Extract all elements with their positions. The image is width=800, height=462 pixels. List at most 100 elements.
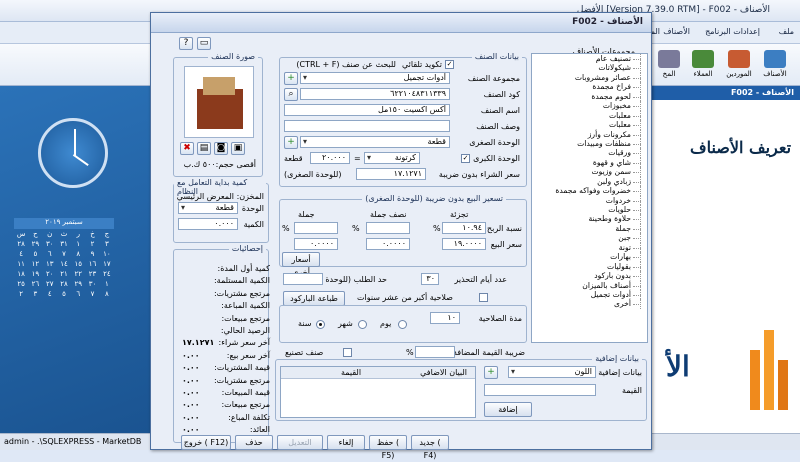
calendar-day[interactable]: ٢٨ xyxy=(14,240,28,248)
extra-data-select[interactable]: اللون xyxy=(508,366,596,378)
calendar-day[interactable]: ١٢ xyxy=(28,260,42,268)
group-tree-item[interactable]: جملة xyxy=(532,223,647,234)
group-tree-item[interactable]: شيكولاتات xyxy=(532,63,647,74)
opening-unit-select[interactable]: قطعة xyxy=(178,202,238,214)
calendar-day[interactable]: ٢٩ xyxy=(28,240,42,248)
group-tree-item[interactable]: جبن xyxy=(532,233,647,244)
calendar-day[interactable]: ٧ xyxy=(85,290,99,298)
vat-input[interactable] xyxy=(415,346,455,358)
auto-code-checkbox[interactable]: ✓ xyxy=(445,60,454,69)
calendar-day[interactable]: ١٥ xyxy=(71,260,85,268)
opening-qty-input[interactable]: ٠.٠٠٠ xyxy=(178,218,238,230)
add-extra-icon[interactable]: + xyxy=(484,366,498,379)
calendar-day[interactable]: ٣ xyxy=(100,240,114,248)
calendar-day[interactable]: ٦ xyxy=(43,250,57,258)
calendar-day[interactable]: ٨ xyxy=(71,250,85,258)
print-barcode-button[interactable]: طباعة الباركود xyxy=(283,291,345,306)
calendar-day[interactable]: ١٤ xyxy=(57,260,71,268)
reorder-input[interactable] xyxy=(283,273,323,285)
group-tree-item[interactable]: بقوليات xyxy=(532,261,647,272)
calendar-day[interactable]: ٢٣ xyxy=(85,270,99,278)
group-tree-item[interactable]: خضروات وفواكه مجمدة xyxy=(532,186,647,197)
group-tree-item[interactable]: عصائر ومشروبات xyxy=(532,72,647,83)
code-input[interactable]: ٦٢٢١٠٤٨٣١١٣٣٩ xyxy=(300,88,450,100)
group-tree-item[interactable]: معلبات xyxy=(532,110,647,121)
validity-period-input[interactable]: ١٠ xyxy=(430,312,460,324)
group-tree-item[interactable]: حلاوة وطحينة xyxy=(532,214,647,225)
group-tree-item[interactable]: سمن وزيوت xyxy=(532,167,647,178)
other-prices-button[interactable]: أسعار أخرى xyxy=(282,252,320,277)
menu-settings[interactable]: إعدادات البرنامج xyxy=(705,27,760,36)
calendar-day[interactable]: ٢٤ xyxy=(100,270,114,278)
group-tree-item[interactable]: لحوم مجمدة xyxy=(532,91,647,102)
calendar-day[interactable]: ٢ xyxy=(85,240,99,248)
calendar-day[interactable]: ١٩ xyxy=(28,270,42,278)
group-tree-item[interactable]: مكرونات وأرز xyxy=(532,129,647,140)
calendar-day[interactable]: ١ xyxy=(71,240,85,248)
menu-items[interactable]: الأصناف xyxy=(663,27,690,36)
menu-file[interactable]: ملف xyxy=(779,27,794,36)
group-tree-item[interactable]: فراخ مجمدة xyxy=(532,82,647,93)
edit-button[interactable]: التعديل xyxy=(277,435,323,450)
ribbon-items-button[interactable]: الأصناف xyxy=(758,50,792,78)
unit-month-radio[interactable] xyxy=(358,320,367,329)
calendar-day[interactable]: ١ xyxy=(100,280,114,288)
exit-button[interactable]: خروج ( F12) xyxy=(181,435,231,450)
delete-button[interactable]: حذف xyxy=(235,435,273,450)
calendar-day[interactable]: ٣٠ xyxy=(85,280,99,288)
group-tree-item[interactable]: تونة xyxy=(532,242,647,253)
calendar-day[interactable]: ٢٨ xyxy=(57,280,71,288)
whole-sell-input[interactable]: ٠.٠٠٠٠ xyxy=(294,238,338,250)
calendar-day[interactable]: ١٠ xyxy=(100,250,114,258)
group-tree-item[interactable]: أخرى xyxy=(532,299,647,310)
group-tree-item[interactable]: زبادي ولبن xyxy=(532,176,647,187)
ribbon-suppliers-button[interactable]: الموردين xyxy=(722,50,756,78)
group-tree-item[interactable]: بدون باركود xyxy=(532,271,647,281)
calendar-day[interactable]: ٢٢ xyxy=(71,270,85,278)
group-tree-item[interactable]: خردوات xyxy=(532,195,647,206)
calendar-day[interactable]: ٢٥ xyxy=(14,280,28,288)
calendar-day[interactable]: ١٨ xyxy=(14,270,28,278)
group-tree-item[interactable]: منظفات ومبيدات xyxy=(532,138,647,149)
calendar-day[interactable]: ٢٩ xyxy=(71,280,85,288)
calendar-day[interactable]: ٤ xyxy=(43,290,57,298)
new-button[interactable]: جديد ( F4) xyxy=(411,435,449,460)
add-group-icon[interactable]: + xyxy=(284,72,298,85)
calendar-day[interactable]: ٨ xyxy=(100,290,114,298)
group-tree-item[interactable]: أدوات تجميل xyxy=(532,289,647,300)
ribbon-stores-button[interactable]: المخ xyxy=(652,50,686,78)
barcode-search-icon[interactable]: ⌕ xyxy=(284,88,298,101)
long-validity-checkbox[interactable] xyxy=(479,293,488,302)
group-tree-item[interactable]: شاي و قهوة xyxy=(532,157,647,168)
calendar-day[interactable]: ٧ xyxy=(57,250,71,258)
half-sell-input[interactable]: ٠.٠٠٠٠ xyxy=(366,238,410,250)
calendar-day[interactable]: ٣ xyxy=(28,290,42,298)
calendar-day[interactable]: ٤ xyxy=(14,250,28,258)
calendar-day[interactable]: ٢١ xyxy=(57,270,71,278)
group-tree-item[interactable]: أصناف بالميزان xyxy=(532,280,647,291)
warn-days-input[interactable]: ٣٠ xyxy=(421,273,439,285)
extra-value-input[interactable] xyxy=(484,384,596,396)
calendar-day[interactable]: ٢٦ xyxy=(28,280,42,288)
help-button[interactable]: ? xyxy=(179,37,193,50)
camera-icon[interactable]: ◙ xyxy=(214,142,228,155)
unit-day-radio[interactable] xyxy=(398,320,407,329)
add-extra-button[interactable]: إضافة xyxy=(484,402,532,417)
calendar-day[interactable]: ٢٧ xyxy=(43,280,57,288)
retail-sell-input[interactable]: ١٩.٠٠٠٠ xyxy=(442,238,486,250)
group-tree-item[interactable]: مخبوزات xyxy=(532,101,647,112)
ribbon-customers-button[interactable]: العملاء xyxy=(686,50,720,78)
half-profit-input[interactable] xyxy=(366,222,410,234)
calendar-day[interactable]: ١٦ xyxy=(85,260,99,268)
retail-profit-input[interactable]: ١٠.٩٤ xyxy=(442,222,486,234)
groups-tree[interactable]: تصنيف عام شيكولاتات عصائر ومشروبات فراخ مجم… xyxy=(531,53,648,343)
calendar-day[interactable]: ٩ xyxy=(85,250,99,258)
document-tab[interactable]: F002 - الأصناف xyxy=(648,86,800,100)
calendar-day[interactable]: ١٣ xyxy=(43,260,57,268)
open-image-icon[interactable]: ▣ xyxy=(231,142,245,155)
extra-data-table[interactable]: البيان الاضافي القيمة xyxy=(280,366,476,418)
delete-image-icon[interactable]: ✖ xyxy=(180,142,194,155)
group-tree-item[interactable]: تصنيف عام xyxy=(532,54,647,64)
small-unit-select[interactable]: قطعة xyxy=(300,136,450,148)
buy-price-input[interactable]: ١٧.١٢٧١ xyxy=(356,168,426,180)
